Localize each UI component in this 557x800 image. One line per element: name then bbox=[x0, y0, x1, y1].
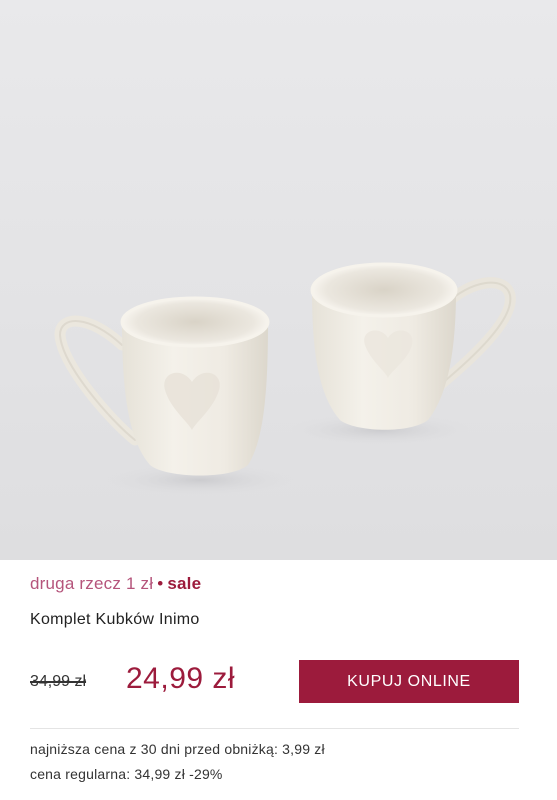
product-card[interactable]: druga rzecz 1 zł • sale Komplet Kubków Ini… bbox=[0, 0, 557, 800]
left-mug bbox=[54, 296, 270, 476]
current-price: 24,99 zł bbox=[126, 662, 236, 695]
promo-line: druga rzecz 1 zł • sale bbox=[30, 574, 201, 594]
old-price: 34,99 zł bbox=[30, 673, 87, 690]
lowest-price-note: najniższa cena z 30 dni przed obniżką: 3… bbox=[30, 741, 325, 757]
mug-pair-illustration bbox=[54, 262, 516, 496]
product-title[interactable]: Komplet Kubków Inimo bbox=[30, 611, 200, 629]
right-mug bbox=[310, 262, 516, 430]
promo-separator: • bbox=[157, 574, 164, 593]
regular-price-note: cena regularna: 34,99 zł -29% bbox=[30, 766, 223, 782]
product-image[interactable] bbox=[0, 0, 557, 560]
buy-online-button[interactable]: KUPUJ ONLINE bbox=[299, 660, 519, 703]
promo-offer: druga rzecz 1 zł bbox=[30, 574, 154, 593]
sale-badge: sale bbox=[167, 574, 202, 593]
divider bbox=[30, 728, 519, 729]
